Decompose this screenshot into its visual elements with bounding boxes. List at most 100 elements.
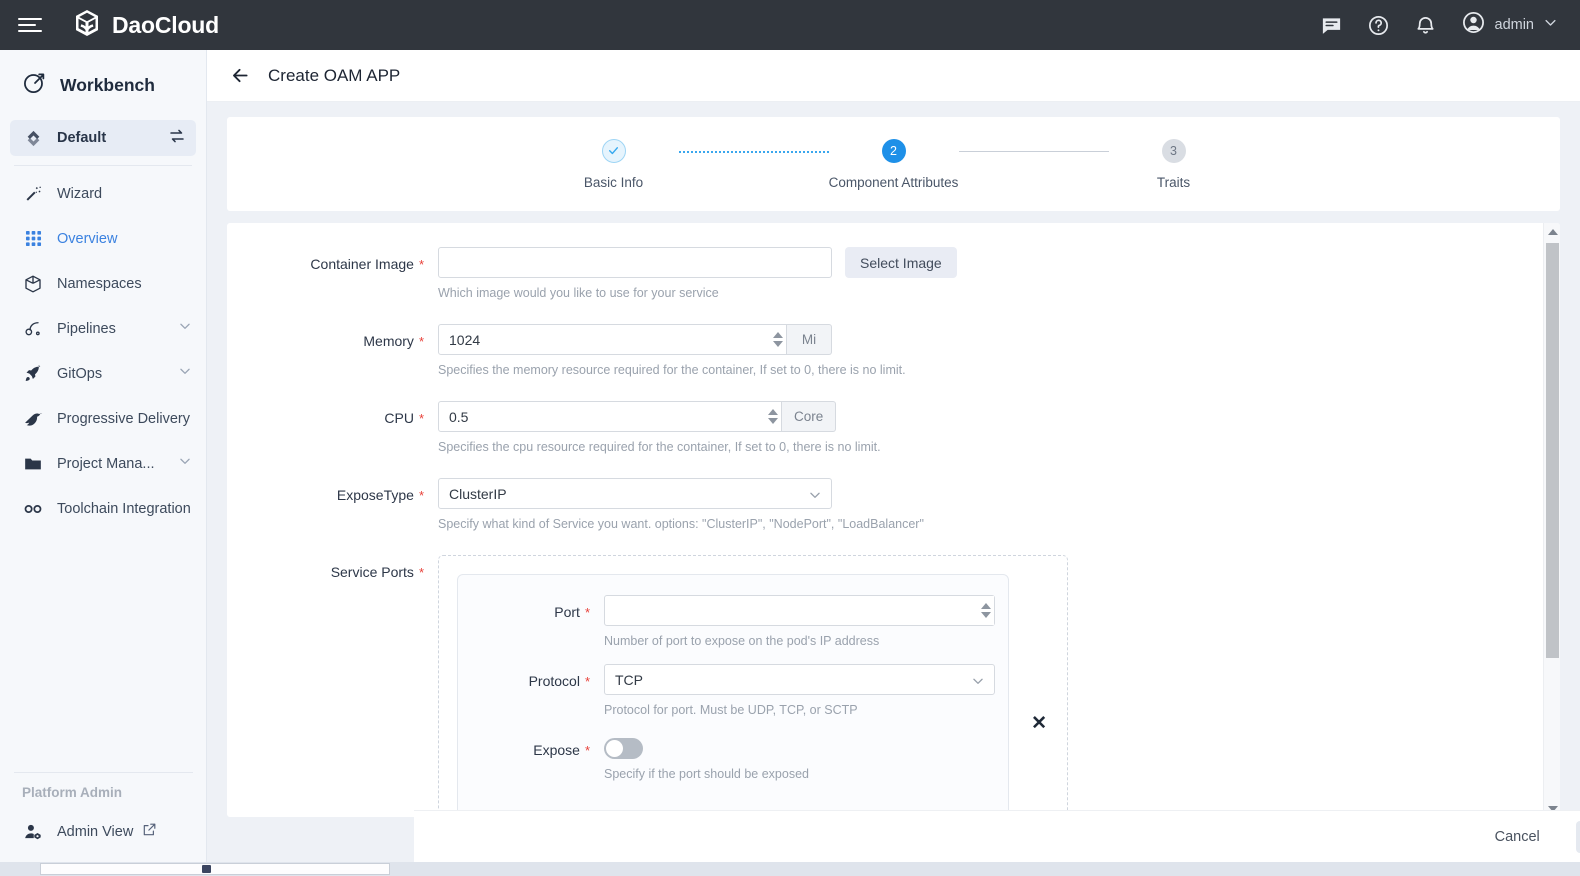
sidebar-footer: Platform Admin Admin View xyxy=(0,772,207,850)
required-marker: * xyxy=(585,605,590,620)
grid-icon xyxy=(22,228,44,250)
switch-icon[interactable] xyxy=(168,127,186,150)
step-label: Traits xyxy=(1157,175,1190,190)
field-memory: Memory* Mi Specifies the memory r xyxy=(227,324,1543,395)
memory-input[interactable] xyxy=(438,324,787,355)
expose-type-hint: Specify what kind of Service you want. o… xyxy=(438,517,924,531)
form-scroll-area: Container Image * Select Image Which imag… xyxy=(227,223,1543,817)
scrollbar-thumb[interactable] xyxy=(40,863,390,875)
cancel-button[interactable]: Cancel xyxy=(1474,821,1561,853)
user-menu[interactable]: admin xyxy=(1461,10,1559,40)
step-connector-2 xyxy=(959,151,1109,152)
previous-button[interactable]: Previous xyxy=(1576,821,1580,853)
feedback-icon[interactable] xyxy=(1320,14,1343,37)
spinner-down-icon[interactable] xyxy=(981,612,991,618)
step-traits[interactable]: 3 Traits xyxy=(1109,139,1239,190)
spinner-up-icon[interactable] xyxy=(773,332,783,338)
container-image-body: Select Image Which image would you like … xyxy=(438,247,957,318)
main-content: Create OAM APP Basic Info 2 Component At… xyxy=(207,50,1580,876)
sidebar-item-toolchain-integration[interactable]: Toolchain Integration xyxy=(0,486,206,531)
sidebar-item-label: Overview xyxy=(57,231,117,247)
label-text: CPU xyxy=(384,410,414,426)
port-input[interactable] xyxy=(604,595,995,626)
cpu-input[interactable] xyxy=(438,401,782,432)
label-text: Port xyxy=(554,604,580,620)
step-component-attributes[interactable]: 2 Component Attributes xyxy=(829,139,959,190)
platform-admin-label: Platform Admin xyxy=(0,785,207,814)
sidebar-item-progressive-delivery[interactable]: Progressive Delivery xyxy=(0,396,206,441)
container-image-input[interactable] xyxy=(438,247,832,278)
service-ports-label: Service Ports* xyxy=(227,555,424,580)
chevron-down-icon[interactable] xyxy=(178,454,192,473)
topbar-actions: admin xyxy=(1320,10,1559,40)
label-text: Container Image xyxy=(310,256,414,272)
sidebar-item-label: Pipelines xyxy=(57,321,116,337)
workbench-title: Workbench xyxy=(60,75,155,96)
step-marker xyxy=(602,139,626,163)
protocol-select[interactable]: TCP xyxy=(604,664,995,695)
workbench-header: Workbench xyxy=(0,50,206,118)
sidebar-item-gitops[interactable]: GitOps xyxy=(0,351,206,396)
memory-unit: Mi xyxy=(787,324,832,355)
hamburger-icon[interactable] xyxy=(18,12,44,38)
sidebar-item-pipelines[interactable]: Pipelines xyxy=(0,306,206,351)
select-image-button[interactable]: Select Image xyxy=(845,247,957,278)
expose-toggle[interactable] xyxy=(604,738,643,759)
sidebar-item-overview[interactable]: Overview xyxy=(0,216,206,261)
sidebar-item-admin-view[interactable]: Admin View xyxy=(0,814,207,850)
sidebar-item-wizard[interactable]: Wizard xyxy=(0,171,206,216)
memory-spinner[interactable] xyxy=(769,325,786,354)
sidebar-footer-divider xyxy=(14,772,193,773)
required-marker: * xyxy=(419,257,424,272)
cpu-hint: Specifies the cpu resource required for … xyxy=(438,440,881,454)
sidebar-item-project-management[interactable]: Project Mana... xyxy=(0,441,206,486)
notification-icon[interactable] xyxy=(1414,14,1437,37)
sidebar-item-default[interactable]: Default xyxy=(10,120,196,156)
required-marker: * xyxy=(419,565,424,580)
field-service-ports: Service Ports* Port * xyxy=(227,555,1543,817)
spinner-up-icon[interactable] xyxy=(768,409,778,415)
expose-type-select[interactable]: ClusterIP xyxy=(438,478,832,509)
chevron-down-icon[interactable] xyxy=(178,319,192,338)
sidebar-item-namespaces[interactable]: Namespaces xyxy=(0,261,206,306)
form-scrollbar-vertical[interactable] xyxy=(1543,223,1560,817)
spinner-up-icon[interactable] xyxy=(981,603,991,609)
brand: DaoCloud xyxy=(72,8,219,43)
required-marker: * xyxy=(419,411,424,426)
required-marker: * xyxy=(419,488,424,503)
sidebar-item-label: Wizard xyxy=(57,186,102,202)
close-icon[interactable]: ✕ xyxy=(1031,714,1047,733)
spinner-down-icon[interactable] xyxy=(768,418,778,424)
expose-type-body: ClusterIP Specify what kind of Service y… xyxy=(438,478,924,549)
field-container-image: Container Image * Select Image Which imag… xyxy=(227,247,1543,318)
page-scrollbar-horizontal[interactable] xyxy=(0,862,1580,876)
help-icon[interactable] xyxy=(1367,14,1390,37)
toggle-knob xyxy=(606,740,623,757)
cpu-label: CPU * xyxy=(227,401,424,426)
daocloud-logo-icon xyxy=(72,8,102,43)
field-protocol: Protocol* TCP Protocol fo xyxy=(458,664,1008,733)
memory-label: Memory* xyxy=(227,324,424,349)
scroll-up-button[interactable] xyxy=(1544,223,1560,240)
back-arrow-icon[interactable] xyxy=(230,65,251,86)
scrollbar-thumb[interactable] xyxy=(1546,243,1559,658)
pipeline-icon xyxy=(22,318,44,340)
page-title: Create OAM APP xyxy=(268,66,400,86)
cpu-body: Core Specifies the cpu resource required… xyxy=(438,401,881,472)
protocol-label: Protocol* xyxy=(458,664,590,689)
label-text: ExposeType xyxy=(337,487,414,503)
memory-body: Mi Specifies the memory resource require… xyxy=(438,324,906,395)
spinner-down-icon[interactable] xyxy=(773,341,783,347)
triangle-up-icon xyxy=(1548,229,1558,235)
expose-type-label: ExposeType * xyxy=(227,478,424,503)
sidebar-default-label: Default xyxy=(57,130,106,146)
chevron-down-icon[interactable] xyxy=(178,364,192,383)
step-marker: 3 xyxy=(1162,139,1186,163)
sidebar-item-label: Progressive Delivery xyxy=(57,411,190,427)
port-spinner[interactable] xyxy=(977,596,994,625)
workspace-icon xyxy=(22,127,44,149)
stepper: Basic Info 2 Component Attributes 3 Trai… xyxy=(549,139,1239,190)
cpu-spinner[interactable] xyxy=(764,402,781,431)
sidebar-item-label: Namespaces xyxy=(57,276,142,292)
step-basic-info[interactable]: Basic Info xyxy=(549,139,679,190)
